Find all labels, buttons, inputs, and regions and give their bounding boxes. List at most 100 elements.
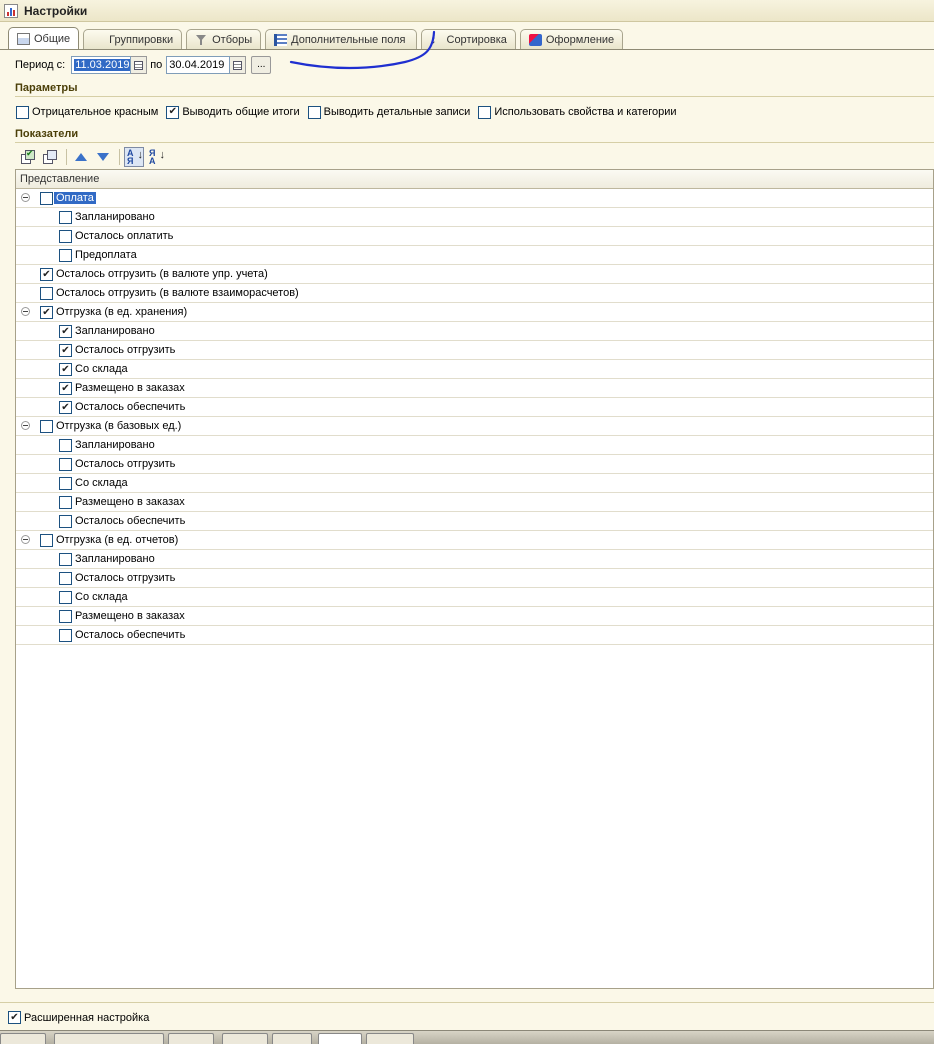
tree-row-checkbox[interactable]: [59, 230, 72, 243]
tab-sorting[interactable]: Сортировка: [420, 29, 516, 49]
tree-row[interactable]: Осталось отгрузить: [16, 341, 933, 360]
tree-row[interactable]: Размещено в заказах: [16, 493, 933, 512]
tree-row-checkbox[interactable]: [59, 515, 72, 528]
tree-row-checkbox[interactable]: [59, 363, 72, 376]
tree-row-checkbox[interactable]: [59, 211, 72, 224]
tab-design[interactable]: Оформление: [519, 29, 624, 49]
tree-row[interactable]: Осталось отгрузить (в валюте упр. учета): [16, 265, 933, 284]
tree-row[interactable]: Размещено в заказах: [16, 379, 933, 398]
tree-row[interactable]: Осталось оплатить: [16, 227, 933, 246]
tree-row[interactable]: Предоплата: [16, 246, 933, 265]
param-show-details[interactable]: Выводить детальные записи: [307, 105, 470, 119]
param-use-properties[interactable]: Использовать свойства и категории: [478, 105, 677, 119]
tree-row-checkbox[interactable]: [59, 553, 72, 566]
tree-row-label: Со склада: [75, 591, 128, 603]
tree-row-checkbox[interactable]: [40, 192, 53, 205]
tab-additional-fields[interactable]: Дополнительные поля: [265, 29, 417, 49]
tab-panel-border: [0, 49, 934, 50]
tree-row-checkbox[interactable]: [40, 306, 53, 319]
tree-row[interactable]: Осталось отгрузить (в валюте взаиморасче…: [16, 284, 933, 303]
tree-row-checkbox[interactable]: [59, 477, 72, 490]
taskbar-button[interactable]: [272, 1033, 312, 1044]
tree-row-checkbox[interactable]: [40, 287, 53, 300]
period-from-input[interactable]: 11.03.2019: [71, 56, 132, 74]
sort-ascending-button[interactable]: A Я ↓: [124, 147, 144, 167]
sort-descending-button[interactable]: Я A ↓: [146, 147, 166, 167]
param-use-properties-checkbox[interactable]: [478, 105, 492, 119]
param-negative-red[interactable]: Отрицательное красным: [16, 105, 158, 119]
tree-row[interactable]: Со склада: [16, 588, 933, 607]
taskbar-button[interactable]: [222, 1033, 268, 1044]
taskbar-button[interactable]: [318, 1033, 362, 1044]
period-to-input[interactable]: 30.04.2019: [166, 56, 231, 74]
tree-row[interactable]: Отгрузка (в ед. хранения): [16, 303, 933, 322]
taskbar-button[interactable]: [0, 1033, 46, 1044]
tree-row[interactable]: Запланировано: [16, 550, 933, 569]
footer-divider: [0, 1002, 934, 1003]
collapse-icon[interactable]: [21, 421, 30, 430]
tree-row-checkbox[interactable]: [59, 325, 72, 338]
tree-row[interactable]: Отгрузка (в ед. отчетов): [16, 531, 933, 550]
tree-row[interactable]: Запланировано: [16, 436, 933, 455]
tree-row-checkbox[interactable]: [59, 496, 72, 509]
uncheck-all-button[interactable]: [40, 147, 60, 167]
taskbar-button[interactable]: [54, 1033, 164, 1044]
tree-row-checkbox[interactable]: [59, 249, 72, 262]
tree-row[interactable]: Размещено в заказах: [16, 607, 933, 626]
collapse-icon[interactable]: [21, 193, 30, 202]
check-all-button[interactable]: [18, 147, 38, 167]
column-header-presentation[interactable]: Представление: [16, 170, 933, 189]
tree-row-checkbox[interactable]: [59, 610, 72, 623]
tree-row[interactable]: Запланировано: [16, 208, 933, 227]
move-down-button[interactable]: [93, 147, 113, 167]
tree-row[interactable]: Осталось обеспечить: [16, 626, 933, 645]
param-show-details-checkbox[interactable]: [307, 105, 321, 119]
tree-row[interactable]: Оплата: [16, 189, 933, 208]
tree-row[interactable]: Осталось отгрузить: [16, 455, 933, 474]
collapse-icon[interactable]: [21, 307, 30, 316]
tree-row-checkbox[interactable]: [40, 420, 53, 433]
taskbar: [0, 1030, 934, 1044]
param-negative-red-checkbox[interactable]: [16, 105, 29, 119]
tree-row-checkbox[interactable]: [40, 268, 53, 281]
tree-row[interactable]: Осталось обеспечить: [16, 512, 933, 531]
tree-row-label: Осталось отгрузить (в валюте упр. учета): [56, 268, 268, 280]
tree-row[interactable]: Со склада: [16, 360, 933, 379]
taskbar-button[interactable]: [168, 1033, 214, 1044]
tab-groupings[interactable]: Группировки: [83, 29, 183, 215]
tree-row-checkbox[interactable]: [59, 458, 72, 471]
tree-row-checkbox[interactable]: [59, 382, 72, 395]
taskbar-button[interactable]: [366, 1033, 414, 1044]
tree-row-checkbox[interactable]: [59, 629, 72, 642]
tree-row-checkbox[interactable]: [59, 572, 72, 585]
tree-row-checkbox[interactable]: [59, 401, 72, 414]
period-from-calendar-button[interactable]: [131, 56, 148, 74]
indicators-divider: [15, 142, 934, 143]
tab-filters[interactable]: Отборы: [186, 29, 262, 49]
tree-row[interactable]: Отгрузка (в базовых ед.): [16, 417, 933, 436]
extended-settings-toggle[interactable]: Расширенная настройка: [8, 1011, 149, 1024]
tree-row-label: Осталось отгрузить: [75, 572, 176, 584]
param-show-totals-checkbox[interactable]: [166, 105, 180, 119]
indicators-tree-table[interactable]: Представление Оплата Запланировано Осталос…: [15, 169, 934, 989]
tree-row[interactable]: Осталось отгрузить: [16, 569, 933, 588]
tree-row-checkbox[interactable]: [59, 344, 72, 357]
period-select-button[interactable]: ...: [251, 56, 272, 74]
report-settings-icon: [4, 3, 18, 18]
tree-row[interactable]: Со склада: [16, 474, 933, 493]
move-up-button[interactable]: [71, 147, 91, 167]
tree-row-checkbox[interactable]: [59, 439, 72, 452]
tree-row-label: Размещено в заказах: [75, 496, 185, 508]
tree-row-label: Со склада: [75, 363, 128, 375]
tree-row-checkbox[interactable]: [40, 534, 53, 547]
tree-row[interactable]: Запланировано: [16, 322, 933, 341]
param-show-totals[interactable]: Выводить общие итоги: [166, 105, 300, 119]
tree-row[interactable]: Осталось обеспечить: [16, 398, 933, 417]
tree-row-checkbox[interactable]: [59, 591, 72, 604]
extended-settings-checkbox[interactable]: [8, 1011, 21, 1024]
tree-row-label: Осталось отгрузить: [75, 344, 176, 356]
period-to-calendar-button[interactable]: [230, 56, 247, 74]
collapse-icon[interactable]: [21, 535, 30, 544]
tab-general[interactable]: Общие: [8, 27, 80, 49]
uncheck-all-icon: [43, 150, 57, 164]
